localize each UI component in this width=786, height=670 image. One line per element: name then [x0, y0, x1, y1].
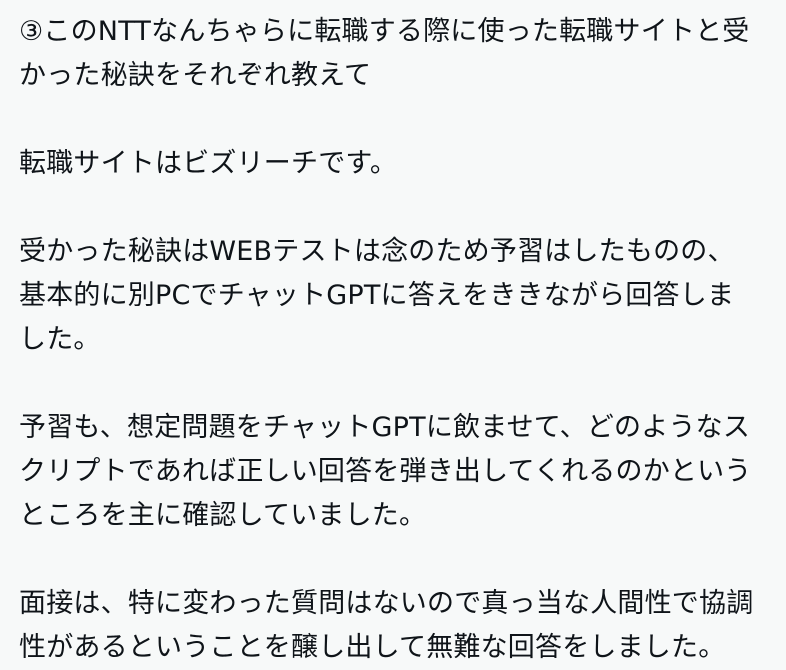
answer-secret-paragraph: 受かった秘訣はWEBテストは念のため予習はしたものの、 基本的に別PCでチャット…: [19, 236, 735, 355]
question-paragraph: ③このNTTなんちゃらに転職する際に使った転職サイトと受 かった秘訣をそれぞれ教…: [19, 16, 750, 91]
answer-preparation-paragraph: 予習も、想定問題をチャットGPTに飲ませて、どのようなス クリプトであれば正しい…: [19, 412, 752, 531]
post-body: ③このNTTなんちゃらに転職する際に使った転職サイトと受 かった秘訣をそれぞれ教…: [0, 0, 786, 663]
answer-interview-paragraph: 面接は、特に変わった質問はないので真っ当な人間性で協調 性があるということを醸し…: [19, 588, 754, 663]
answer-job-site-paragraph: 転職サイトはビズリーチです。: [19, 148, 398, 179]
